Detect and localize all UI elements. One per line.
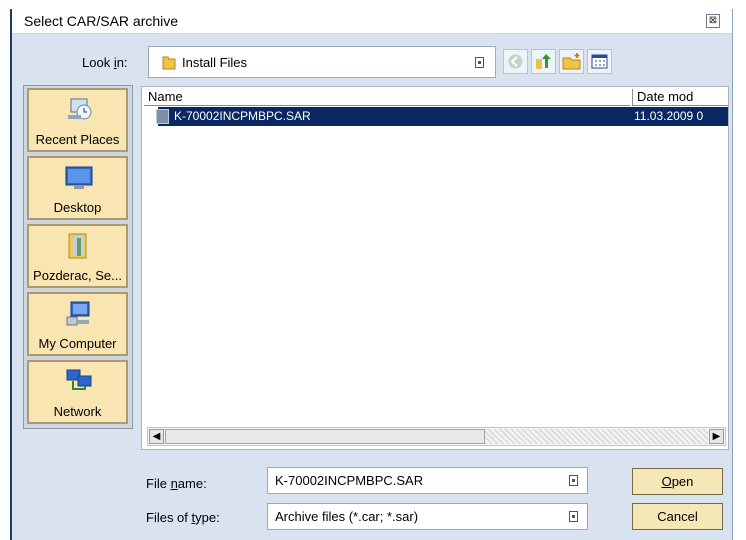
computer-icon (66, 301, 90, 326)
file-date-cell: 11.03.2009 0 (634, 109, 704, 123)
file-name-value: K-70002INCPMBPC.SAR (275, 473, 424, 488)
dialog-title: Select CAR/SAR archive (24, 13, 179, 29)
scroll-left-button[interactable]: ◀ (149, 429, 164, 444)
place-desktop[interactable]: Desktop (27, 156, 128, 220)
open-button[interactable]: Open (632, 468, 723, 495)
dropdown-icon[interactable] (569, 511, 578, 522)
file-name-label: File name: (146, 476, 207, 491)
cancel-button[interactable]: Cancel (632, 503, 723, 530)
look-in-label: Look in: (82, 55, 128, 70)
horizontal-scrollbar[interactable]: ◀ ▶ (147, 427, 726, 446)
look-in-dropdown[interactable]: Install Files (148, 46, 496, 78)
file-type-label: Files of type: (146, 510, 220, 525)
user-folder-icon (68, 233, 87, 259)
place-label: Pozderac, Se... (33, 268, 122, 283)
sar-file-icon (156, 109, 169, 124)
place-network[interactable]: Network (27, 360, 128, 424)
dropdown-icon[interactable] (569, 475, 578, 486)
close-button[interactable]: ⊠ (706, 14, 720, 28)
dropdown-icon[interactable] (475, 57, 484, 68)
recent-places-icon (68, 98, 92, 120)
file-row-selected[interactable]: K-70002INCPMBPC.SAR 11.03.2009 0 (156, 107, 728, 126)
file-name-input[interactable]: K-70002INCPMBPC.SAR (267, 467, 588, 494)
back-button[interactable] (503, 49, 528, 74)
title-bar: Select CAR/SAR archive ⊠ (12, 9, 732, 34)
folder-icon (162, 56, 176, 70)
view-menu-icon (591, 54, 608, 69)
place-label: Recent Places (35, 132, 120, 147)
place-recent-places[interactable]: Recent Places (27, 88, 128, 152)
column-header-name[interactable]: Name (144, 89, 630, 106)
network-icon (66, 369, 92, 390)
place-user-folder[interactable]: Pozderac, Se... (27, 224, 128, 288)
desktop-icon (65, 166, 93, 189)
file-type-select[interactable]: Archive files (*.car; *.sar) (267, 503, 588, 530)
file-list[interactable]: Name Date mod K-70002INCPMBPC.SAR 11.03.… (141, 86, 729, 450)
places-bar: Recent Places Desktop Pozderac, Se... My… (23, 85, 133, 429)
new-folder-icon (562, 53, 581, 70)
up-folder-button[interactable] (531, 49, 556, 74)
place-label: My Computer (38, 336, 117, 351)
file-type-value: Archive files (*.car; *.sar) (275, 509, 419, 524)
scroll-thumb[interactable] (165, 429, 485, 444)
place-label: Network (53, 404, 102, 419)
place-my-computer[interactable]: My Computer (27, 292, 128, 356)
scroll-track[interactable] (485, 429, 708, 444)
place-label: Desktop (53, 200, 102, 215)
new-folder-button[interactable] (559, 49, 584, 74)
up-folder-icon (536, 54, 551, 69)
look-in-value: Install Files (182, 55, 248, 70)
scroll-right-button[interactable]: ▶ (709, 429, 724, 444)
dialog-window: Select CAR/SAR archive ⊠ Look in: Instal… (10, 9, 733, 540)
view-menu-button[interactable] (587, 49, 612, 74)
column-header-date-modified[interactable]: Date mod (632, 89, 729, 106)
file-name-cell: K-70002INCPMBPC.SAR (174, 109, 311, 123)
back-icon (508, 54, 523, 69)
